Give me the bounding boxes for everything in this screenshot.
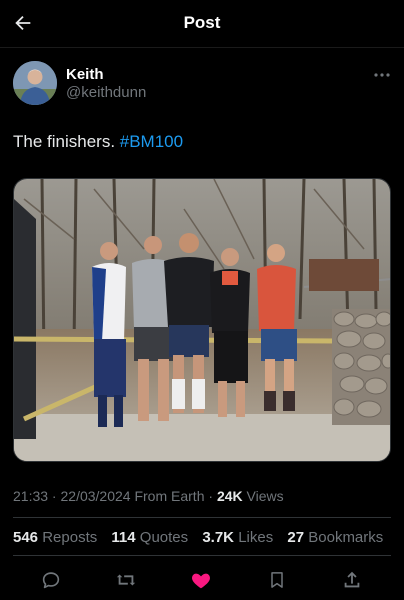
engagement-stats: 546 Reposts 114 Quotes 3.7K Likes 27 Boo… (13, 529, 393, 546)
reply-icon (42, 572, 60, 589)
tweet-body: The finishers. (13, 132, 120, 151)
action-bar (0, 566, 404, 596)
header-divider (0, 47, 404, 48)
quotes-label: Quotes (139, 529, 189, 546)
post-date[interactable]: 22/03/2024 (61, 488, 131, 504)
views-count: 24K (216, 488, 243, 504)
likes-stat[interactable]: 3.7K Likes (202, 529, 273, 546)
likes-count: 3.7K (202, 529, 235, 546)
reposts-stat[interactable]: 546 Reposts (13, 529, 97, 546)
author-name[interactable]: Keith (66, 66, 104, 83)
likes-label: Likes (238, 529, 274, 546)
reposts-count: 546 (13, 529, 39, 546)
top-bar: Post (0, 0, 404, 47)
quotes-count: 114 (111, 529, 136, 546)
bookmark-icon (271, 572, 283, 588)
repost-button[interactable] (114, 568, 138, 592)
bookmarks-label: Bookmarks (308, 529, 384, 546)
share-button[interactable] (340, 568, 364, 592)
share-icon (344, 571, 360, 588)
views-label: Views (246, 488, 284, 504)
bookmarks-count: 27 (287, 529, 305, 546)
more-options-button[interactable] (373, 65, 391, 81)
repost-icon (116, 574, 136, 586)
avatar-image (13, 61, 57, 105)
like-button[interactable] (189, 568, 213, 592)
reposts-label: Reposts (42, 529, 98, 546)
bookmark-button[interactable] (265, 568, 289, 592)
post-photo[interactable] (13, 178, 391, 462)
tweet-text: The finishers. #BM100 (13, 132, 183, 152)
like-icon (192, 573, 210, 589)
author-handle[interactable]: @keithdunn (66, 84, 146, 101)
page-title: Post (183, 13, 221, 32)
quotes-stat[interactable]: 114 Quotes (111, 529, 188, 546)
post-author: Keith @keithdunn (13, 61, 391, 105)
reply-button[interactable] (39, 568, 63, 592)
avatar[interactable] (13, 61, 57, 105)
more-icon (374, 73, 390, 77)
group-photo (14, 179, 390, 461)
stats-divider (13, 555, 391, 556)
meta-divider (13, 517, 391, 518)
post-source: From Earth (134, 488, 205, 504)
post-time[interactable]: 21:33 (13, 488, 48, 504)
bookmarks-stat[interactable]: 27 Bookmarks (287, 529, 383, 546)
post-meta: 21:33 · 22/03/2024 From Earth · 24K View… (13, 488, 284, 504)
hashtag-link[interactable]: #BM100 (120, 132, 183, 151)
